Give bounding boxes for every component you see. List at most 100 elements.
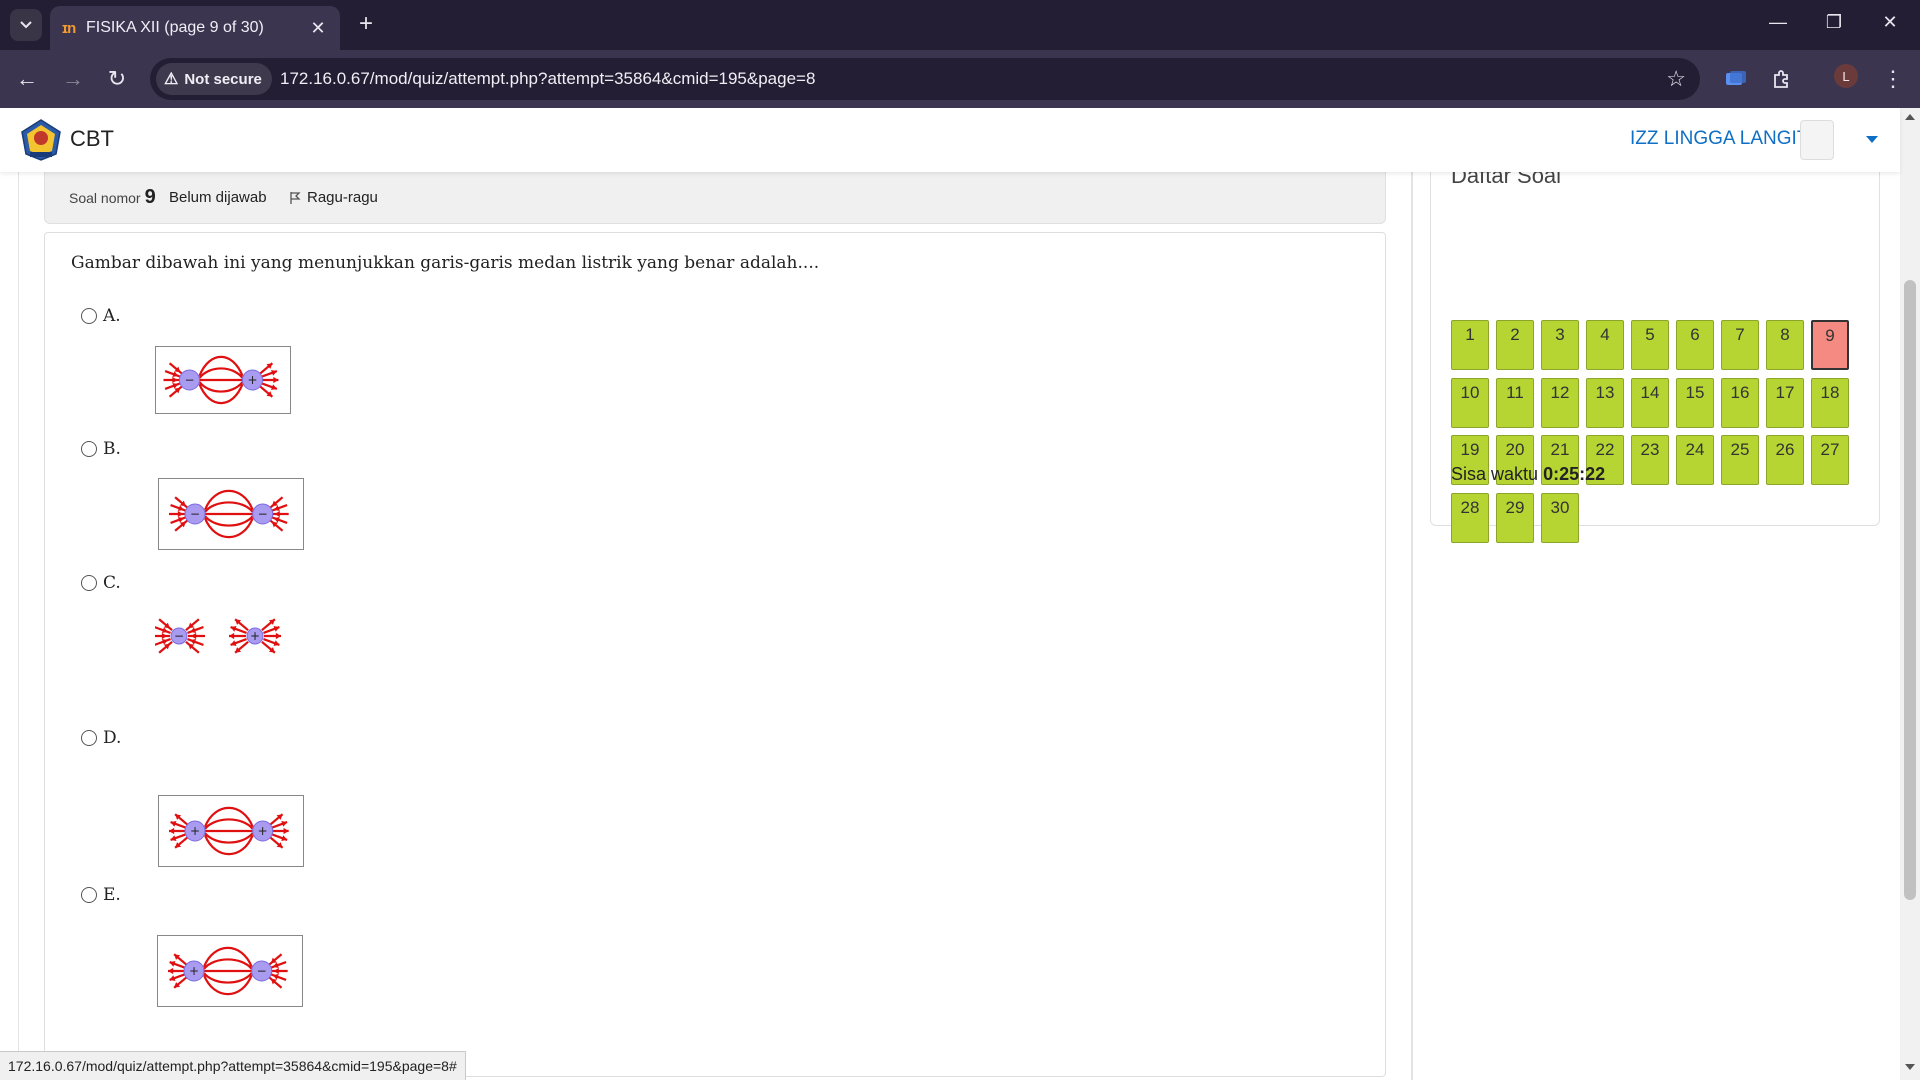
option-d-figure: + +: [158, 795, 304, 867]
flag-label: Ragu-ragu: [307, 189, 378, 206]
scrollbar-thumb[interactable]: [1904, 280, 1916, 900]
reload-button[interactable]: ↻: [102, 64, 132, 94]
question-nav-button-27[interactable]: 27: [1811, 435, 1849, 485]
chevron-down-icon: [20, 21, 32, 29]
question-nav-button-5[interactable]: 5: [1631, 320, 1669, 370]
field-line: [198, 381, 244, 393]
question-nav-button-1[interactable]: 1: [1451, 320, 1489, 370]
question-nav-button-17[interactable]: 17: [1766, 377, 1804, 428]
question-nav-button-25[interactable]: 25: [1721, 435, 1759, 485]
link-status-bar: 172.16.0.67/mod/quiz/attempt.php?attempt…: [0, 1051, 466, 1080]
minimize-button[interactable]: —: [1764, 12, 1792, 33]
security-chip-label: Not secure: [184, 70, 262, 88]
option-e-figure: + −: [157, 935, 303, 1007]
timer-value: 0:25:22: [1543, 464, 1606, 484]
field-line: [204, 515, 254, 527]
question-nav-button-3[interactable]: 3: [1541, 320, 1579, 370]
question-nav-button-30[interactable]: 30: [1541, 492, 1579, 543]
school-logo[interactable]: [20, 118, 62, 162]
user-menu-caret-icon[interactable]: [1866, 136, 1878, 143]
question-nav-button-18[interactable]: 18: [1811, 377, 1849, 428]
option-b-figure: − −: [158, 478, 304, 550]
field-arrowhead: [169, 827, 175, 835]
field-arrowhead: [274, 510, 280, 518]
charge-sign: +: [189, 964, 199, 978]
question-nav-button-6[interactable]: 6: [1676, 320, 1714, 370]
cast-icon[interactable]: [1722, 65, 1750, 93]
security-chip[interactable]: ⚠ Not secure: [156, 63, 272, 95]
option-c-radio[interactable]: [81, 575, 97, 591]
question-nav-button-23[interactable]: 23: [1631, 435, 1669, 485]
option-a-radio[interactable]: [81, 308, 97, 324]
sidebar-divider: [1412, 172, 1413, 1080]
charge-sign: +: [190, 824, 200, 838]
charge-sign: −: [174, 629, 184, 643]
field-line: [203, 958, 253, 970]
field-arrowhead: [273, 967, 279, 975]
extensions-icon[interactable]: [1768, 65, 1796, 93]
question-nav-button-7[interactable]: 7: [1721, 320, 1759, 370]
browser-toolbar: ← → ↻ ⚠ Not secure 172.16.0.67/mod/quiz/…: [0, 50, 1920, 108]
question-nav-button-28[interactable]: 28: [1451, 492, 1489, 543]
new-tab-button[interactable]: +: [352, 10, 380, 38]
question-nav-button-24[interactable]: 24: [1676, 435, 1714, 485]
flag-question-button[interactable]: Ragu-ragu: [289, 189, 378, 206]
close-tab-icon[interactable]: ✕: [308, 18, 328, 39]
question-nav-button-26[interactable]: 26: [1766, 435, 1804, 485]
user-picture[interactable]: [1800, 120, 1834, 160]
browser-tab[interactable]: ɪn FISIKA XII (page 9 of 30) ✕: [50, 6, 340, 50]
option-d-label: D.: [103, 728, 122, 748]
more-menu-icon[interactable]: ⋮: [1878, 64, 1908, 94]
option-c-label: C.: [103, 573, 121, 593]
question-nav-button-16[interactable]: 16: [1721, 377, 1759, 428]
question-nav-button-8[interactable]: 8: [1766, 320, 1804, 370]
question-number-value: 9: [144, 186, 156, 208]
field-arrowhead: [191, 632, 197, 640]
option-e-radio[interactable]: [81, 887, 97, 903]
option-d-radio[interactable]: [81, 730, 97, 746]
question-nav-button-14[interactable]: 14: [1631, 377, 1669, 428]
question-nav-button-4[interactable]: 4: [1586, 320, 1624, 370]
address-bar[interactable]: ⚠ Not secure 172.16.0.67/mod/quiz/attemp…: [150, 58, 1700, 100]
back-button[interactable]: ←: [12, 64, 42, 94]
option-b-label: B.: [103, 439, 121, 459]
page-scrollbar[interactable]: [1900, 108, 1920, 1080]
bookmark-star-icon[interactable]: ☆: [1666, 66, 1686, 92]
forward-button[interactable]: →: [58, 64, 88, 94]
tab-title: FISIKA XII (page 9 of 30): [86, 19, 264, 36]
field-line: [198, 367, 244, 379]
tab-search-button[interactable]: [10, 9, 42, 41]
question-nav-button-12[interactable]: 12: [1541, 377, 1579, 428]
scroll-up-arrow-icon[interactable]: [1905, 114, 1915, 120]
scroll-down-arrow-icon[interactable]: [1905, 1064, 1915, 1070]
question-box: Gambar dibawah ini yang menunjukkan gari…: [44, 232, 1386, 1077]
field-arrowhead: [172, 376, 178, 384]
charge-sign: +: [258, 824, 268, 838]
question-number: Soal nomor 9: [69, 186, 156, 209]
url-text[interactable]: 172.16.0.67/mod/quiz/attempt.php?attempt…: [280, 69, 815, 89]
field-arrowhead: [273, 376, 279, 384]
question-nav-button-29[interactable]: 29: [1496, 492, 1534, 543]
question-nav-button-2[interactable]: 2: [1496, 320, 1534, 370]
question-nav-button-13[interactable]: 13: [1586, 377, 1624, 428]
option-b-radio[interactable]: [81, 441, 97, 457]
warning-icon: ⚠: [164, 71, 179, 88]
option-e-label: E.: [103, 885, 121, 905]
question-nav-button-9[interactable]: 9: [1811, 320, 1849, 370]
question-nav-button-11[interactable]: 11: [1496, 377, 1534, 428]
charge-sign: +: [247, 373, 257, 387]
brand-title[interactable]: CBT: [70, 126, 114, 152]
close-window-button[interactable]: ✕: [1876, 12, 1904, 33]
user-name[interactable]: IZZ LINGGA LANGIT: [1630, 128, 1808, 150]
profile-avatar[interactable]: L: [1834, 64, 1858, 88]
flag-icon: [290, 191, 301, 204]
option-a-label: A.: [103, 306, 121, 326]
field-arrowhead: [161, 632, 167, 640]
field-arrowhead: [168, 967, 174, 975]
question-nav-button-10[interactable]: 10: [1451, 377, 1489, 428]
question-nav-button-15[interactable]: 15: [1676, 377, 1714, 428]
charge-sign: +: [250, 629, 260, 643]
charge-sign: −: [190, 507, 200, 521]
restore-button[interactable]: ❐: [1820, 12, 1848, 33]
question-number-label: Soal nomor: [69, 190, 141, 206]
